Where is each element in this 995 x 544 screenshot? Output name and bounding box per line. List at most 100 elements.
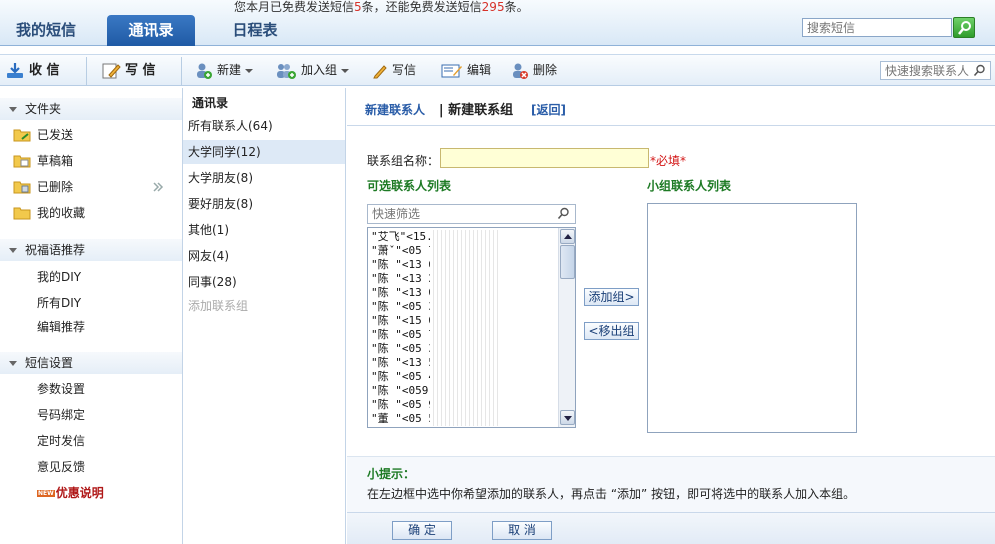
inbox-label: 收 信 [29,63,60,78]
group-name-input[interactable] [440,148,649,168]
sidebar-item-deleted[interactable]: 已删除 [0,176,182,198]
add-group-link[interactable]: 添加联系组 [183,294,345,318]
group-name-label: 联系组名称： [367,154,440,168]
top-navigation: 您本月已免费发送短信5条，还能免费发送短信295条。 我的短信 通讯录 日程表 [0,0,995,46]
add-contact-icon [197,63,212,79]
delete-contact-icon [513,63,528,79]
edit-button[interactable]: 编辑 [441,55,491,86]
chevron-down-icon [564,416,572,421]
sms-settings-section-header[interactable]: 短信设置 [0,352,182,374]
search-icon [958,21,971,35]
required-mark: *必填* [650,154,687,168]
new-label: 新建 [217,63,242,77]
remaining-count: 295 [481,0,505,14]
sidebar-item-number-binding[interactable]: 号码绑定 [0,404,182,426]
write-button[interactable]: 写信 [372,55,416,86]
new-group-title: | 新建联系组 [438,103,514,118]
compose-icon [102,63,121,78]
delete-button[interactable]: 删除 [511,55,557,86]
tab-contacts[interactable]: 通讯录 [107,15,195,46]
add-to-group-menu[interactable]: 加入组 [275,55,350,86]
scroll-down-button[interactable] [560,410,575,425]
group-contacts-list[interactable] [647,203,857,433]
group-item[interactable]: 同事(28) [183,270,345,294]
collapse-icon [9,361,17,366]
scrollbar[interactable] [558,228,575,427]
sidebar-item-label: 编辑推荐 [37,320,86,334]
add-to-group-button[interactable]: 添加组> [584,288,639,306]
tips-text: 在左边框中选中你希望添加的联系人，再点击 “添加” 按钮，即可将选中的联系人加入… [367,487,856,501]
inbox-button[interactable]: 收 信 [5,55,60,86]
edit-label: 编辑 [467,63,492,77]
breadcrumb: 新建联系人 | 新建联系组 [返回] [365,99,566,118]
promotion-label: 优惠说明 [55,486,104,500]
settings-title: 短信设置 [25,356,74,370]
group-contacts-title: 小组联系人列表 [647,179,732,193]
sidebar-item-sent[interactable]: 已发送 [0,124,182,146]
group-item[interactable]: 大学同学(12) [183,140,345,164]
sidebar-item-feedback[interactable]: 意见反馈 [0,456,182,478]
scroll-up-button[interactable] [560,229,575,244]
privacy-blur [430,230,500,426]
sidebar-item-editor-picks[interactable]: 编辑推荐 [0,316,182,338]
collapse-icon [9,107,17,112]
sms-quota-notice: 您本月已免费发送短信5条，还能免费发送短信295条。 [234,0,529,14]
empty-trash-icon[interactable] [152,181,164,193]
scroll-thumb[interactable] [560,245,575,279]
delete-label: 删除 [533,63,558,77]
group-item[interactable]: 要好朋友(8) [183,192,345,216]
available-contacts-title: 可选联系人列表 [367,179,452,193]
new-contact-menu[interactable]: 新建 [195,55,254,86]
search-icon[interactable] [973,64,986,77]
write-label: 写信 [392,63,417,77]
tips-panel: 小提示： 在左边框中选中你希望添加的联系人，再点击 “添加” 按钮，即可将选中的… [347,456,995,512]
chevron-up-icon [564,234,572,239]
notice-suffix: 条。 [504,0,529,14]
remove-from-group-button[interactable]: <移出组 [584,322,639,340]
toolbar-divider [181,57,182,85]
search-sms-input[interactable] [802,18,952,37]
sidebar-item-label: 号码绑定 [37,408,86,422]
inbox-icon [7,62,23,78]
sidebar-item-scheduled-send[interactable]: 定时发信 [0,430,182,452]
add-to-group-label: 加入组 [301,63,338,77]
back-link[interactable]: [返回] [531,103,566,117]
chevron-down-icon [341,68,350,73]
sidebar-item-label: 已发送 [37,128,74,142]
sidebar-item-favorites[interactable]: 我的收藏 [0,202,182,224]
cancel-button[interactable]: 取 消 [492,521,552,540]
compose-label: 写 信 [125,63,156,78]
group-item[interactable]: 其他(1) [183,218,345,242]
sidebar-item-label: 我的收藏 [37,206,86,220]
sidebar-item-promotion[interactable]: NEW 优惠说明 [0,482,182,504]
drafts-folder-icon [13,155,31,168]
available-contacts-list[interactable]: "艾飞"<15. . .83> "萧ˇ"<05 70> "陈 "<13 60> "陈 … [367,227,576,428]
sidebar-item-label: 参数设置 [37,382,86,396]
sidebar-item-label: 定时发信 [37,434,86,448]
notice-prefix: 您本月已免费发送短信 [234,0,355,14]
tab-my-sms[interactable]: 我的短信 [0,15,92,46]
edit-icon [441,64,462,77]
sidebar-item-label: 草稿箱 [37,154,74,168]
pencil-icon [373,64,387,78]
contact-groups-panel: 通讯录 所有联系人(64) 大学同学(12) 大学朋友(8) 要好朋友(8) 其… [183,88,346,544]
tab-calendar[interactable]: 日程表 [210,15,300,46]
sent-count: 5 [354,0,362,14]
collapse-icon [9,248,17,253]
group-item[interactable]: 网友(4) [183,244,345,268]
confirm-button[interactable]: 确 定 [392,521,452,540]
folders-section-header[interactable]: 文件夹 [0,98,182,120]
sidebar: 文件夹 已发送 草稿箱 已删除 我的收藏 祝福语推荐 我的DIY 所有DIY 编… [0,88,183,544]
compose-button[interactable]: 写 信 [101,55,156,86]
sidebar-item-parameters[interactable]: 参数设置 [0,378,182,400]
sidebar-item-my-diy[interactable]: 我的DIY [0,266,182,288]
search-button[interactable] [953,17,975,38]
new-contact-link[interactable]: 新建联系人 [365,103,425,117]
favorites-folder-icon [13,207,31,220]
group-item[interactable]: 所有联系人(64) [183,114,345,138]
group-item[interactable]: 大学朋友(8) [183,166,345,190]
blessing-section-header[interactable]: 祝福语推荐 [0,239,182,261]
sidebar-item-drafts[interactable]: 草稿箱 [0,150,182,172]
quick-filter-input[interactable] [367,204,576,224]
sidebar-item-all-diy[interactable]: 所有DIY [0,292,182,314]
